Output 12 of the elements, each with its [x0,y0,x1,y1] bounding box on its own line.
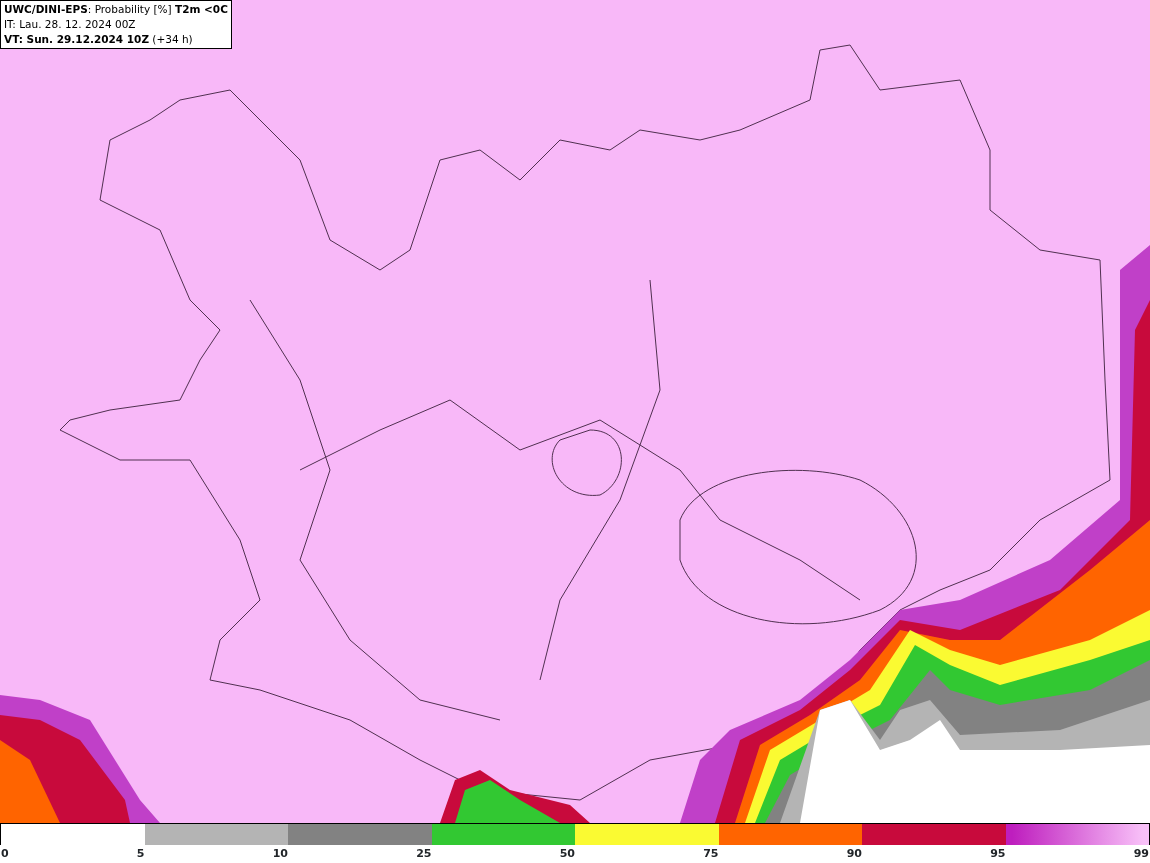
scale-label: 90 [846,846,862,862]
scale-label: 25 [416,846,432,862]
title-line: UWC/DINI-EPS: Probability [%] T2m <0C [4,2,228,17]
scale-label: 50 [559,846,575,862]
scale-label: 0 [1,846,9,862]
scale-label: 95 [990,846,1006,862]
scale-label: 10 [272,846,288,862]
scale-label: 5 [136,846,145,862]
title-line: VT: Sun. 29.12.2024 10Z (+34 h) [4,32,194,47]
title-line: IT: Lau. 28. 12. 2024 00Z [4,17,137,32]
scale-label: 75 [703,846,719,862]
scale-label: 99 [1133,846,1149,862]
